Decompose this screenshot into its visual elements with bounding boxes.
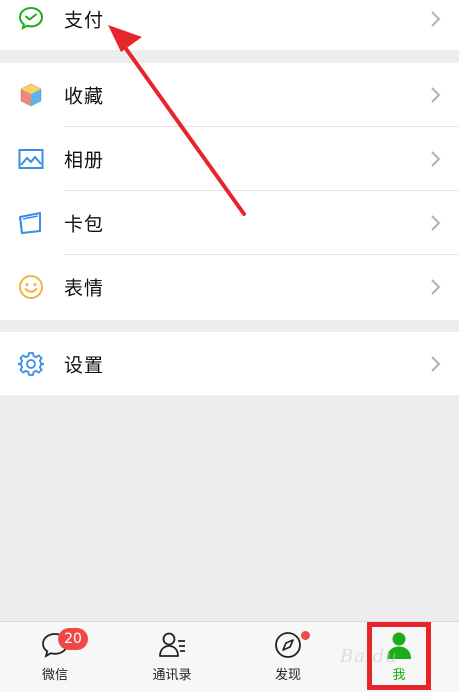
card-wallet-icon	[17, 209, 45, 237]
menu-item-stickers[interactable]: 表情	[0, 255, 459, 319]
chevron-right-icon	[431, 11, 441, 27]
chevron-right-icon	[431, 87, 441, 103]
menu-item-album[interactable]: 相册	[0, 127, 459, 191]
menu-item-label: 卡包	[64, 213, 105, 236]
tab-chats[interactable]: 20 微信	[15, 622, 95, 692]
notification-dot	[301, 631, 310, 640]
unread-badge: 20	[58, 628, 88, 650]
menu-item-label: 支付	[64, 9, 105, 32]
chevron-right-icon	[431, 279, 441, 295]
annotation-highlight-box	[367, 622, 431, 690]
menu-item-label: 表情	[64, 277, 105, 300]
tab-contacts[interactable]: 通讯录	[132, 622, 212, 692]
payment-group: 支付	[0, 0, 459, 50]
menu-item-cards[interactable]: 卡包	[0, 191, 459, 255]
menu-item-label: 相册	[64, 149, 105, 172]
chevron-right-icon	[431, 151, 441, 167]
menu-item-payment[interactable]: 支付	[0, 0, 459, 50]
gear-icon	[17, 350, 45, 378]
menu-item-label: 设置	[64, 354, 105, 376]
menu-item-collections[interactable]: 收藏	[0, 63, 459, 127]
settings-group: 设置	[0, 332, 459, 395]
menu-item-settings[interactable]: 设置	[0, 332, 459, 395]
features-group: 收藏 相册 卡包 表情	[0, 63, 459, 320]
chevron-right-icon	[431, 215, 441, 231]
picture-icon	[17, 145, 45, 173]
cube-icon	[17, 81, 45, 109]
chevron-right-icon	[431, 355, 441, 372]
tab-discover[interactable]: 发现	[248, 622, 328, 692]
compass-icon	[275, 632, 301, 658]
menu-item-label: 收藏	[64, 85, 105, 108]
tab-label: 微信	[41, 668, 68, 683]
tab-label: 发现	[274, 668, 301, 683]
wechat-pay-icon	[17, 5, 45, 33]
contacts-icon	[159, 632, 185, 657]
tab-label: 通讯录	[152, 668, 192, 683]
smiley-icon	[17, 273, 45, 301]
